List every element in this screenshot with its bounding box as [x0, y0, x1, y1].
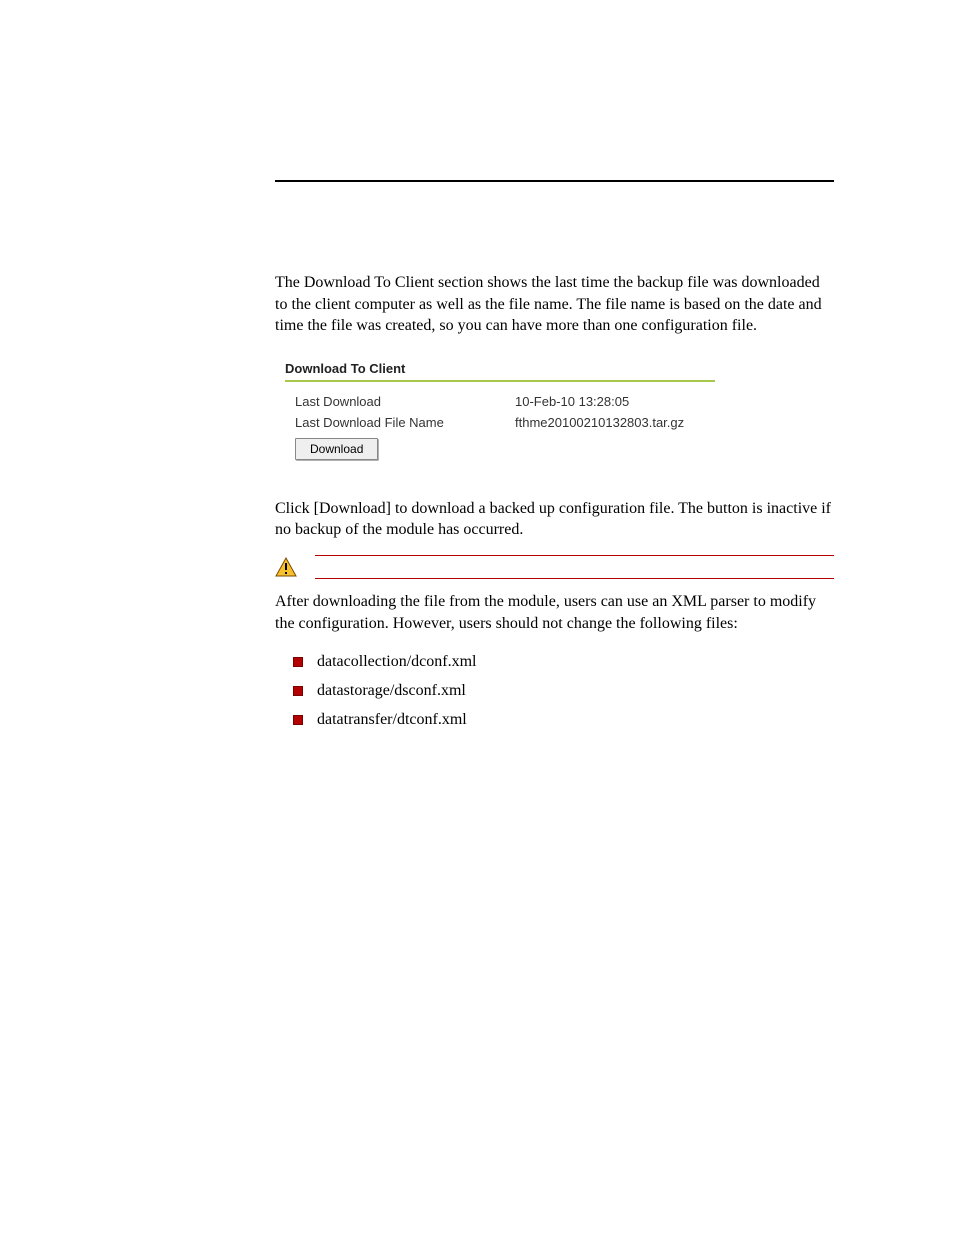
attention-callout [275, 555, 834, 579]
header-rule [275, 180, 834, 182]
panel-heading: Download To Client [285, 361, 715, 380]
paragraph-download-note: Click [Download] to download a backed up… [275, 498, 834, 541]
value-last-download-filename: fthme20100210132803.tar.gz [515, 415, 715, 430]
value-last-download: 10-Feb-10 13:28:05 [515, 394, 715, 409]
attention-rule-top [315, 555, 834, 556]
list-item: datacollection/dconf.xml [275, 648, 834, 677]
warning-icon [275, 557, 315, 577]
panel-divider [285, 380, 715, 382]
row-last-download: Last Download 10-Feb-10 13:28:05 [285, 392, 715, 413]
protected-files-list: datacollection/dconf.xml datastorage/dsc… [275, 648, 834, 734]
download-to-client-panel: Download To Client Last Download 10-Feb-… [275, 355, 725, 470]
list-item: datastorage/dsconf.xml [275, 677, 834, 706]
row-last-download-filename: Last Download File Name fthme20100210132… [285, 413, 715, 434]
paragraph-intro: The Download To Client section shows the… [275, 272, 834, 337]
paragraph-xml-note: After downloading the file from the modu… [275, 591, 834, 634]
download-button[interactable]: Download [295, 438, 378, 460]
label-last-download-filename: Last Download File Name [295, 415, 515, 430]
label-last-download: Last Download [295, 394, 515, 409]
attention-rule-bottom [315, 578, 834, 579]
list-item: datatransfer/dtconf.xml [275, 706, 834, 735]
